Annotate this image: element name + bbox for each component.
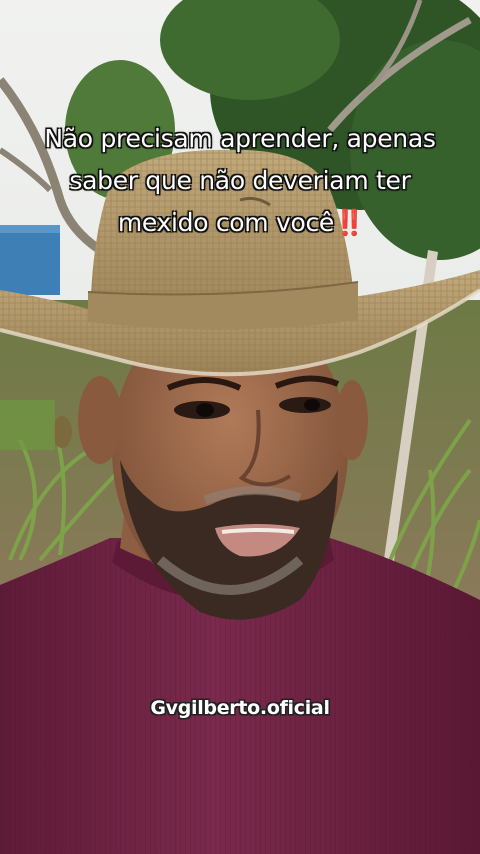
double-exclamation-icon: ‼️ [334, 208, 365, 237]
caption-line-3: mexido com você‼️ [0, 202, 480, 244]
video-frame: Não precisam aprender, apenas saber que … [0, 0, 480, 854]
caption-line-1: Não precisam aprender, apenas [44, 124, 436, 153]
watermark-username: Gvgilberto.oficial [150, 697, 330, 719]
grass-patch [0, 400, 55, 450]
caption-line-2: saber que não deveriam ter [69, 166, 411, 195]
caption-line-3-text: mexido com você [117, 208, 335, 237]
